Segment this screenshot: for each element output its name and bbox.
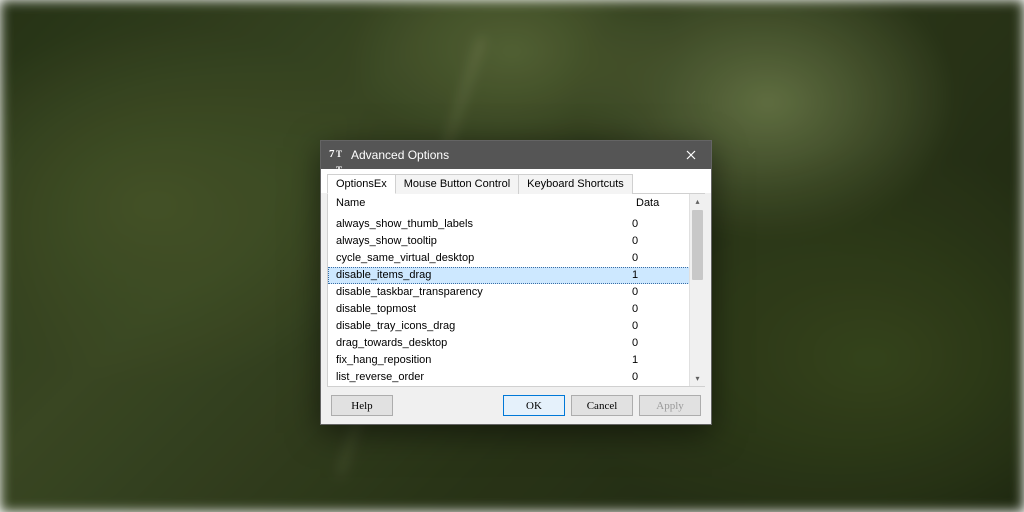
close-button[interactable] <box>671 141 711 169</box>
advanced-options-dialog: Advanced Options OptionsEx Mouse Button … <box>320 140 712 425</box>
cell-option-value: 1 <box>632 352 682 369</box>
titlebar[interactable]: Advanced Options <box>321 141 711 169</box>
dialog-client-area: OptionsEx Mouse Button Control Keyboard … <box>321 169 711 424</box>
table-row[interactable]: disable_tray_icons_drag0 <box>328 318 690 335</box>
tab-strip: OptionsEx Mouse Button Control Keyboard … <box>321 169 711 193</box>
button-bar: Help OK Cancel Apply <box>321 387 711 424</box>
table-row[interactable]: cycle_same_virtual_desktop0 <box>328 250 690 267</box>
cell-option-name: list_reverse_order <box>336 369 632 386</box>
cell-option-value: 0 <box>632 318 682 335</box>
vertical-scrollbar[interactable]: ▴ ▾ <box>689 194 705 386</box>
table-row[interactable]: list_reverse_order0 <box>328 369 690 386</box>
cell-option-value: 0 <box>632 216 682 233</box>
table-row[interactable]: always_show_thumb_labels0 <box>328 216 690 233</box>
cell-option-value: 0 <box>632 369 682 386</box>
table-row[interactable]: fix_hang_reposition1 <box>328 352 690 369</box>
tab-mouse-button-control[interactable]: Mouse Button Control <box>395 174 519 194</box>
help-button[interactable]: Help <box>331 395 393 416</box>
scroll-up-arrow-icon[interactable]: ▴ <box>690 194 705 209</box>
apply-button[interactable]: Apply <box>639 395 701 416</box>
scroll-thumb[interactable] <box>692 210 703 280</box>
column-header-name[interactable]: Name <box>332 197 636 209</box>
cell-option-value: 0 <box>632 301 682 318</box>
cell-option-value: 1 <box>632 267 682 284</box>
app-icon <box>329 147 345 163</box>
tab-page-optionsex: Name Data always_show_thumb_labels0alway… <box>327 193 705 387</box>
table-row[interactable]: disable_items_drag1 <box>328 267 690 284</box>
cell-option-name: always_show_thumb_labels <box>336 216 632 233</box>
table-row[interactable]: drag_towards_desktop0 <box>328 335 690 352</box>
options-listview[interactable]: Name Data always_show_thumb_labels0alway… <box>328 194 704 386</box>
cell-option-name: disable_topmost <box>336 301 632 318</box>
table-row[interactable]: always_show_tooltip0 <box>328 233 690 250</box>
cancel-button[interactable]: Cancel <box>571 395 633 416</box>
cell-option-name: disable_taskbar_transparency <box>336 284 632 301</box>
tab-keyboard-shortcuts[interactable]: Keyboard Shortcuts <box>518 174 633 194</box>
cell-option-value: 0 <box>632 233 682 250</box>
cell-option-name: cycle_same_virtual_desktop <box>336 250 632 267</box>
cell-option-name: disable_items_drag <box>336 267 632 284</box>
cell-option-name: always_show_tooltip <box>336 233 632 250</box>
table-row[interactable]: disable_taskbar_transparency0 <box>328 284 690 301</box>
listview-header[interactable]: Name Data <box>328 194 704 213</box>
cell-option-name: drag_towards_desktop <box>336 335 632 352</box>
column-header-data[interactable]: Data <box>636 197 686 209</box>
cell-option-value: 0 <box>632 284 682 301</box>
cell-option-value: 0 <box>632 335 682 352</box>
cell-option-name: disable_tray_icons_drag <box>336 318 632 335</box>
dialog-title: Advanced Options <box>351 148 671 162</box>
ok-button[interactable]: OK <box>503 395 565 416</box>
cell-option-name: fix_hang_reposition <box>336 352 632 369</box>
cell-option-value: 0 <box>632 250 682 267</box>
tab-optionsex[interactable]: OptionsEx <box>327 174 396 194</box>
table-row[interactable]: disable_topmost0 <box>328 301 690 318</box>
listview-rows[interactable]: always_show_thumb_labels0always_show_too… <box>328 216 690 386</box>
scroll-down-arrow-icon[interactable]: ▾ <box>690 371 705 386</box>
close-icon <box>686 150 696 160</box>
